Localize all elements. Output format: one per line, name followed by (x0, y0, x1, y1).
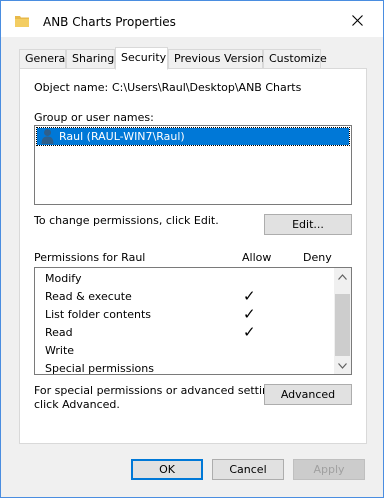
permissions-scrollbar[interactable] (334, 268, 351, 374)
advanced-text-line-2: click Advanced. (34, 398, 120, 411)
list-item[interactable]: Raul (RAUL-WIN7\Raul) (36, 127, 350, 147)
edit-button[interactable]: Edit... (264, 214, 352, 235)
scroll-down-arrow-icon[interactable] (334, 357, 351, 374)
scroll-up-arrow-icon[interactable] (334, 268, 351, 285)
properties-dialog: ANB Charts Properties General Sharing Se… (0, 0, 384, 498)
ok-button[interactable]: OK (131, 459, 203, 480)
tab-previous-versions[interactable]: Previous Versions (168, 49, 270, 68)
scrollbar-thumb[interactable] (335, 294, 350, 356)
advanced-text-line-1: For special permissions or advanced sett… (34, 384, 286, 397)
permissions-header: Permissions for Raul (34, 251, 146, 264)
close-button[interactable] (339, 7, 375, 33)
apply-button[interactable]: Apply (293, 459, 365, 480)
tab-security[interactable]: Security (115, 47, 168, 70)
cancel-button[interactable]: Cancel (212, 459, 284, 480)
change-permissions-text: To change permissions, click Edit. (34, 214, 219, 227)
permission-name: List folder contents (45, 308, 151, 321)
permissions-list[interactable]: Modify Read & execute ✓ List folder cont… (34, 267, 352, 375)
object-name-label: Object name: (34, 81, 109, 94)
group-user-list[interactable]: Raul (RAUL-WIN7\Raul) (34, 125, 352, 205)
user-icon (41, 128, 54, 147)
folder-icon (15, 15, 29, 30)
group-names-label: Group or user names: (34, 111, 154, 124)
object-name-value: C:\Users\Raul\Desktop\ANB Charts (112, 81, 302, 94)
tab-customize[interactable]: Customize (263, 49, 327, 68)
allow-check-icon: ✓ (243, 287, 256, 305)
permission-row-list-folder: List folder contents ✓ (45, 305, 335, 324)
security-panel: Object name: C:\Users\Raul\Desktop\ANB C… (19, 68, 367, 444)
window-title: ANB Charts Properties (43, 15, 176, 29)
permission-row-modify: Modify (45, 270, 335, 288)
allow-column-header: Allow (242, 251, 272, 264)
tab-general[interactable]: General (19, 49, 68, 68)
title-bar: ANB Charts Properties (1, 1, 383, 37)
allow-check-icon: ✓ (243, 305, 256, 323)
permission-name: Read (45, 326, 73, 339)
close-icon (351, 14, 363, 26)
permission-name: Modify (45, 272, 82, 285)
tab-sharing[interactable]: Sharing (66, 49, 115, 68)
permission-row-special: Special permissions (45, 360, 335, 375)
permission-row-read: Read ✓ (45, 323, 335, 342)
permission-row-read-execute: Read & execute ✓ (45, 287, 335, 306)
permission-row-write: Write (45, 342, 335, 360)
permission-name: Read & execute (45, 290, 132, 303)
deny-column-header: Deny (303, 251, 332, 264)
advanced-button[interactable]: Advanced (264, 384, 352, 405)
list-item-label: Raul (RAUL-WIN7\Raul) (59, 130, 185, 143)
permission-name: Special permissions (45, 362, 154, 375)
allow-check-icon: ✓ (243, 323, 256, 341)
permission-name: Write (45, 344, 75, 357)
